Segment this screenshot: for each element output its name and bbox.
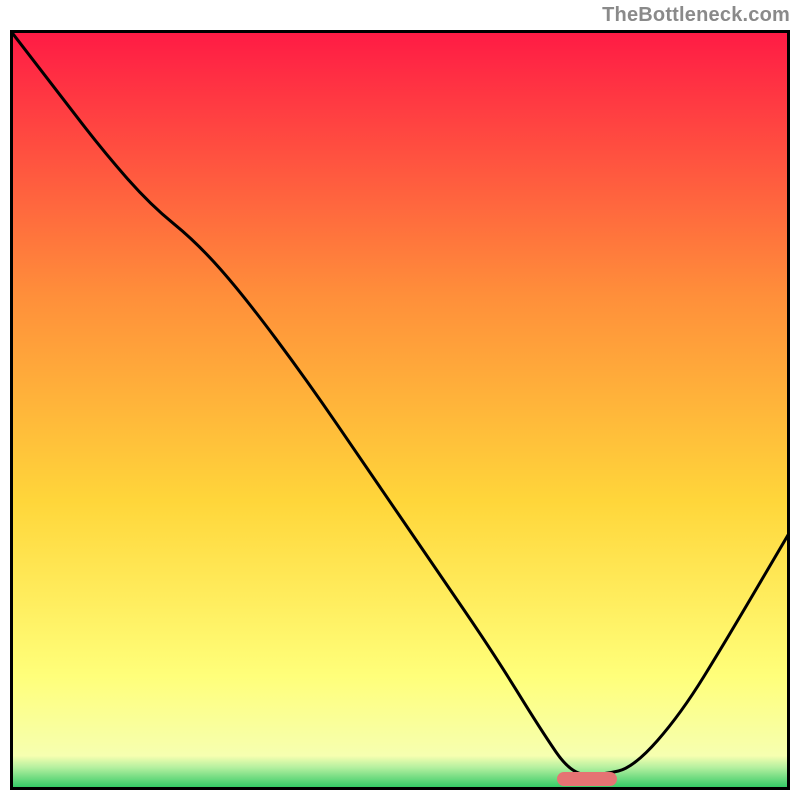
watermark-text: TheBottleneck.com — [602, 4, 790, 27]
chart-background — [10, 30, 790, 790]
chart-svg — [10, 30, 790, 790]
chart-plot-area — [10, 30, 790, 790]
optimum-range-marker — [557, 772, 617, 786]
chart-stage: TheBottleneck.com — [0, 0, 800, 800]
